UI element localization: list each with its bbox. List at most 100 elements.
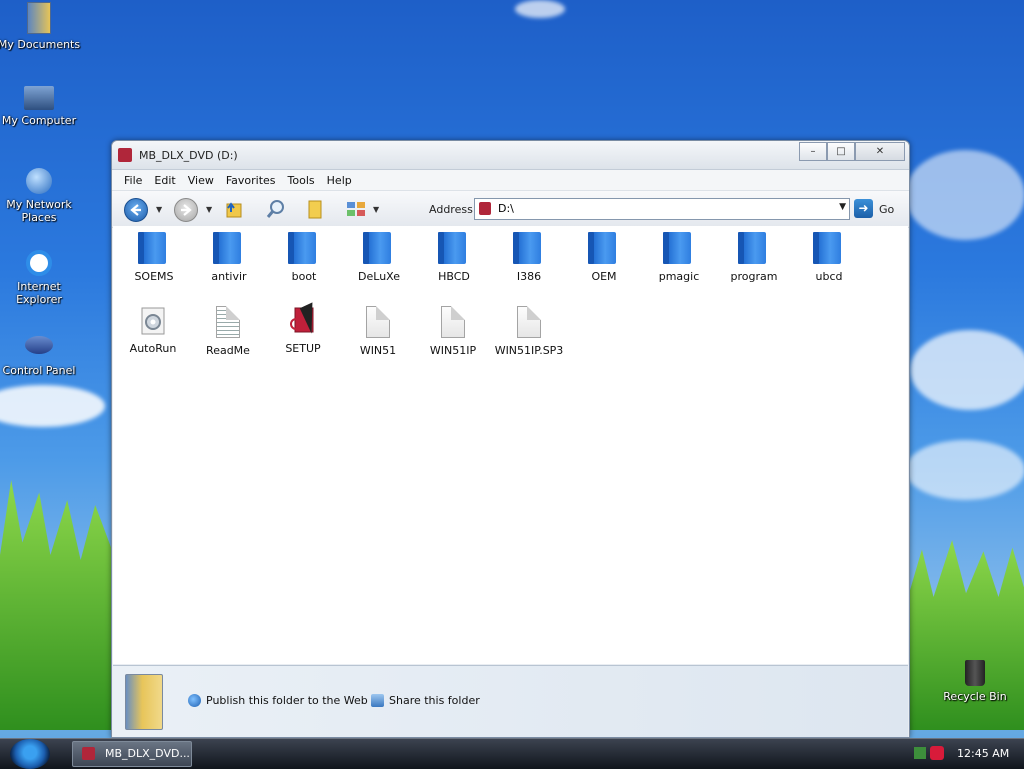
folder-item[interactable]: ubcd <box>793 232 865 283</box>
menu-bar: File Edit View Favorites Tools Help <box>112 170 909 191</box>
network-tray-icon[interactable] <box>914 747 926 759</box>
go-button[interactable]: ➜ <box>854 199 873 218</box>
cloud <box>905 440 1024 500</box>
menu-edit[interactable]: Edit <box>148 174 181 187</box>
desktop-icon-recycle-bin[interactable]: Recycle Bin <box>930 660 1020 703</box>
views-dropdown-icon[interactable]: ▼ <box>373 205 379 214</box>
desktop-icon-label: Recycle Bin <box>943 690 1007 703</box>
folder-item[interactable]: boot <box>268 232 340 283</box>
title-bar[interactable]: MB_DLX_DVD (D:) – □ ✕ <box>112 141 909 170</box>
file-item[interactable]: WIN51IP <box>417 306 489 357</box>
desktop-icon-control-panel[interactable]: Control Panel <box>0 336 84 377</box>
file-icon <box>517 306 541 338</box>
desktop-icon-label: Internet Explorer <box>16 280 62 306</box>
menu-favorites[interactable]: Favorites <box>220 174 282 187</box>
desktop-icon-ie[interactable]: Internet Explorer <box>0 250 84 306</box>
folder-item[interactable]: HBCD <box>418 232 490 283</box>
drive-icon <box>479 202 491 215</box>
desktop-icon-label: Control Panel <box>2 364 76 377</box>
file-label: SETUP <box>285 342 321 355</box>
up-folder-button[interactable] <box>223 198 245 220</box>
desktop-icon-my-documents[interactable]: My Documents <box>0 2 84 51</box>
folder-item[interactable]: SOEMS <box>118 232 190 283</box>
start-button[interactable] <box>10 739 50 769</box>
folder-label: DeLuXe <box>358 270 400 283</box>
folder-icon <box>288 232 316 264</box>
taskbar-window-label: MB_DLX_DVD... <box>105 747 190 760</box>
views-icon <box>347 202 365 216</box>
back-dropdown-icon[interactable]: ▼ <box>156 205 162 214</box>
folder-label: OEM <box>591 270 617 283</box>
folder-label: pmagic <box>658 270 700 283</box>
ie-icon <box>26 250 52 276</box>
desktop-icon-my-computer[interactable]: My Computer <box>0 86 84 127</box>
globe-icon <box>188 694 201 707</box>
folder-item[interactable]: I386 <box>493 232 565 283</box>
folder-icon <box>588 232 616 264</box>
close-button[interactable]: ✕ <box>855 142 905 161</box>
cloud <box>0 385 105 427</box>
address-dropdown-icon[interactable]: ▼ <box>839 202 846 212</box>
menu-file[interactable]: File <box>118 174 148 187</box>
file-label: ReadMe <box>206 344 250 357</box>
go-label[interactable]: Go <box>879 203 894 216</box>
my-documents-icon <box>27 2 51 34</box>
drive-app-icon <box>118 148 132 162</box>
desktop-icon-network[interactable]: My Network Places <box>0 168 84 224</box>
back-arrow-icon <box>130 204 141 216</box>
app-tray-icon[interactable] <box>930 746 944 760</box>
maximize-icon: □ <box>836 146 846 157</box>
minimize-icon: – <box>810 146 816 157</box>
file-item[interactable]: WIN51IP.SP3 <box>489 306 569 357</box>
menu-view[interactable]: View <box>182 174 220 187</box>
window-controls: – □ ✕ <box>799 142 905 161</box>
close-icon: ✕ <box>875 146 885 157</box>
search-button[interactable] <box>265 198 287 220</box>
menu-help[interactable]: Help <box>321 174 358 187</box>
minimize-button[interactable]: – <box>799 142 827 161</box>
go-arrow-icon: ➜ <box>858 201 869 215</box>
file-item[interactable]: AutoRun <box>117 306 189 355</box>
folder-icon <box>513 232 541 264</box>
forward-arrow-icon <box>181 204 192 216</box>
folder-label: HBCD <box>438 270 470 283</box>
folders-button[interactable] <box>304 198 326 220</box>
file-label: WIN51 <box>359 344 397 357</box>
address-bar[interactable]: D:\ ▼ <box>474 198 850 220</box>
folder-item[interactable]: OEM <box>568 232 640 283</box>
folder-label: boot <box>291 270 317 283</box>
folder-item[interactable]: program <box>718 232 790 283</box>
publish-web-link[interactable]: Publish this folder to the Web <box>188 694 368 707</box>
folder-label: I386 <box>516 270 542 283</box>
forward-dropdown-icon[interactable]: ▼ <box>206 205 212 214</box>
maximize-button[interactable]: □ <box>827 142 855 161</box>
share-folder-label: Share this folder <box>389 694 480 707</box>
desktop-icon-label: My Computer <box>1 114 77 127</box>
folder-item[interactable]: antivir <box>193 232 265 283</box>
folder-icon <box>138 232 166 264</box>
file-icon <box>366 306 390 338</box>
folder-item[interactable]: pmagic <box>643 232 715 283</box>
folder-label: antivir <box>211 270 247 283</box>
share-icon <box>371 694 384 707</box>
network-icon <box>26 168 52 194</box>
folder-item[interactable]: DeLuXe <box>343 232 415 283</box>
control-panel-icon <box>25 336 53 354</box>
up-folder-icon <box>226 202 242 218</box>
folder-icon <box>738 232 766 264</box>
clock[interactable]: 12:45 AM <box>957 747 1009 760</box>
back-button[interactable] <box>124 198 148 222</box>
file-item[interactable]: WIN51 <box>342 306 414 357</box>
views-button[interactable] <box>345 198 367 220</box>
folder-icon <box>213 232 241 264</box>
desktop-icon-label: My Network Places <box>6 198 72 224</box>
address-value[interactable]: D:\ <box>498 202 514 215</box>
menu-tools[interactable]: Tools <box>282 174 321 187</box>
drive-app-icon <box>82 747 95 760</box>
forward-button[interactable] <box>174 198 198 222</box>
taskbar-window-button[interactable]: MB_DLX_DVD... <box>72 741 192 767</box>
share-folder-link[interactable]: Share this folder <box>371 694 480 707</box>
file-item[interactable]: ReadMe <box>192 306 264 357</box>
file-label: WIN51IP.SP3 <box>494 344 564 357</box>
cloud <box>905 150 1024 240</box>
